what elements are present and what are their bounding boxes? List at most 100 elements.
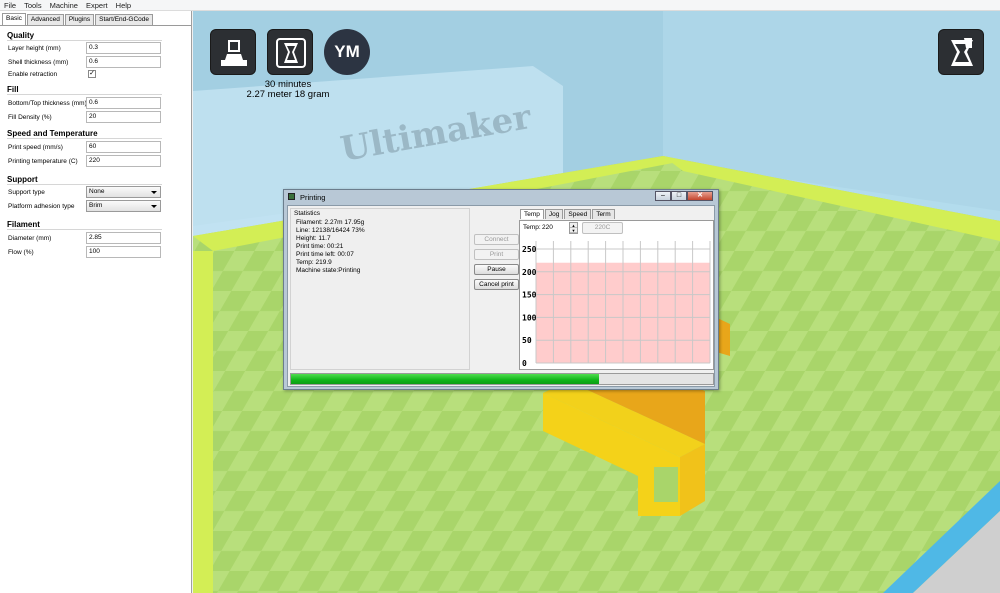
maximize-button[interactable]: □ bbox=[671, 191, 687, 201]
plate-edge bbox=[193, 251, 213, 593]
print-progress-fill bbox=[291, 374, 600, 384]
settings-panel: Basic Advanced Plugins Start/End-GCode Q… bbox=[0, 11, 192, 593]
statistics-box: Statistics Filament: 2.27m 17.95g Line: … bbox=[290, 208, 470, 370]
fill-density-label: Fill Density (%) bbox=[8, 114, 52, 121]
temp-label: Temp: bbox=[523, 224, 541, 231]
shell-thickness-input[interactable]: 0.6 bbox=[86, 56, 161, 68]
view-mode-icon bbox=[951, 38, 973, 66]
retraction-checkbox[interactable]: ✓ bbox=[88, 70, 96, 78]
tab-advanced[interactable]: Advanced bbox=[26, 14, 64, 25]
section-divider bbox=[7, 184, 162, 185]
menu-help[interactable]: Help bbox=[112, 1, 135, 10]
flow-input[interactable]: 100 bbox=[86, 246, 161, 258]
set-temp-button[interactable]: 220C bbox=[582, 222, 623, 234]
menu-machine[interactable]: Machine bbox=[46, 1, 82, 10]
tab-term[interactable]: Term bbox=[592, 209, 615, 219]
graph-tick-label: 100 bbox=[522, 313, 537, 322]
diameter-label: Diameter (mm) bbox=[8, 235, 52, 242]
graph-tick-label: 200 bbox=[522, 268, 537, 277]
support-type-value: None bbox=[89, 188, 105, 195]
printing-dialog: Printing – □ ✕ Statistics Filament: 2.27… bbox=[283, 189, 719, 390]
section-support: Support bbox=[7, 175, 38, 184]
stat-time-left: Print time left: 00:07 bbox=[296, 251, 354, 258]
statistics-title: Statistics bbox=[294, 210, 321, 217]
print-speed-input[interactable]: 60 bbox=[86, 141, 161, 153]
flow-label: Flow (%) bbox=[8, 249, 34, 256]
temperature-graph: 250 200 150 100 50 0 bbox=[522, 241, 711, 368]
graph-tick-label: 250 bbox=[522, 245, 537, 254]
section-divider bbox=[7, 229, 162, 230]
stat-temp: Temp: 219.9 bbox=[296, 259, 332, 266]
support-type-select[interactable]: None bbox=[86, 186, 161, 198]
layer-height-label: Layer height (mm) bbox=[8, 45, 61, 52]
section-filament: Filament bbox=[7, 220, 40, 229]
print-material: 2.27 meter 18 gram bbox=[246, 89, 330, 100]
printed-object-hole bbox=[654, 467, 678, 502]
shell-thickness-label: Shell thickness (mm) bbox=[8, 59, 69, 66]
graph-tick-label: 0 bbox=[522, 359, 527, 368]
platform-adhesion-select[interactable]: Brim bbox=[86, 200, 161, 212]
cancel-print-button[interactable]: Cancel print bbox=[474, 279, 519, 290]
tab-divider bbox=[0, 25, 191, 26]
section-speed-temperature: Speed and Temperature bbox=[7, 129, 98, 138]
diameter-input[interactable]: 2.85 bbox=[86, 232, 161, 244]
tab-temp[interactable]: Temp bbox=[520, 209, 544, 219]
close-button[interactable]: ✕ bbox=[687, 191, 713, 201]
settings-tabs: Basic Advanced Plugins Start/End-GCode bbox=[2, 13, 154, 25]
tab-plugins[interactable]: Plugins bbox=[64, 14, 95, 25]
platform-adhesion-label: Platform adhesion type bbox=[8, 203, 75, 210]
stat-line: Line: 12138/16424 73% bbox=[296, 227, 365, 234]
chevron-down-icon[interactable]: ▼ bbox=[570, 228, 577, 233]
menu-tools[interactable]: Tools bbox=[20, 1, 46, 10]
platform-adhesion-value: Brim bbox=[89, 202, 103, 209]
menu-expert[interactable]: Expert bbox=[82, 1, 112, 10]
retraction-label: Enable retraction bbox=[8, 71, 58, 78]
section-divider bbox=[7, 138, 162, 139]
stat-print-time: Print time: 00:21 bbox=[296, 243, 344, 250]
tab-start-end-gcode[interactable]: Start/End-GCode bbox=[95, 14, 154, 25]
tab-jog[interactable]: Jog bbox=[544, 209, 564, 219]
graph-tick-label: 150 bbox=[522, 291, 537, 300]
pause-button[interactable]: Pause bbox=[474, 264, 519, 275]
connect-button[interactable]: Connect bbox=[474, 234, 519, 245]
minimize-button[interactable]: – bbox=[655, 191, 671, 201]
stat-filament: Filament: 2.27m 17.95g bbox=[296, 219, 365, 226]
print-speed-label: Print speed (mm/s) bbox=[8, 144, 63, 151]
tab-basic[interactable]: Basic bbox=[2, 13, 26, 25]
temp-input[interactable]: 220 bbox=[542, 224, 553, 231]
temp-stepper[interactable]: ▲ ▼ bbox=[569, 222, 578, 234]
window-controls: – □ ✕ bbox=[655, 191, 713, 202]
menu-file[interactable]: File bbox=[0, 1, 20, 10]
chevron-down-icon bbox=[151, 191, 157, 194]
print-start-button[interactable]: Print bbox=[474, 249, 519, 260]
stat-machine-state: Machine state:Printing bbox=[296, 267, 361, 274]
dialog-body: Statistics Filament: 2.27m 17.95g Line: … bbox=[287, 205, 715, 387]
load-model-button[interactable] bbox=[210, 29, 256, 75]
section-divider bbox=[7, 40, 162, 41]
youmagine-icon[interactable]: YM bbox=[324, 29, 370, 75]
printing-temperature-input[interactable]: 220 bbox=[86, 155, 161, 167]
bottom-top-thickness-input[interactable]: 0.6 bbox=[86, 97, 161, 109]
print-button[interactable] bbox=[267, 29, 313, 75]
print-icon bbox=[276, 38, 306, 68]
chevron-down-icon bbox=[151, 205, 157, 208]
control-tabs: Temp Jog Speed Term bbox=[520, 209, 616, 220]
print-progress-bar bbox=[290, 373, 714, 385]
temp-panel: Temp: 220 ▲ ▼ 220C 250 200 150 100 50 0 bbox=[519, 220, 714, 370]
bottom-top-thickness-label: Bottom/Top thickness (mm) bbox=[8, 100, 87, 107]
support-type-label: Support type bbox=[8, 189, 45, 196]
section-quality: Quality bbox=[7, 31, 35, 40]
fill-density-input[interactable]: 20 bbox=[86, 111, 161, 123]
stat-height: Height: 11.7 bbox=[296, 235, 331, 242]
dialog-title: Printing bbox=[300, 193, 326, 202]
print-estimate: 30 minutes 2.27 meter 18 gram bbox=[233, 80, 343, 100]
section-fill: Fill bbox=[7, 85, 19, 94]
load-model-icon bbox=[221, 40, 247, 66]
view-mode-button[interactable] bbox=[938, 29, 984, 75]
tab-speed[interactable]: Speed bbox=[564, 209, 592, 219]
graph-tick-label: 50 bbox=[522, 336, 532, 345]
printing-temperature-label: Printing temperature (C) bbox=[8, 158, 78, 165]
section-divider bbox=[7, 94, 162, 95]
layer-height-input[interactable]: 0.3 bbox=[86, 42, 161, 54]
menu-bar: File Tools Machine Expert Help bbox=[0, 0, 1000, 11]
